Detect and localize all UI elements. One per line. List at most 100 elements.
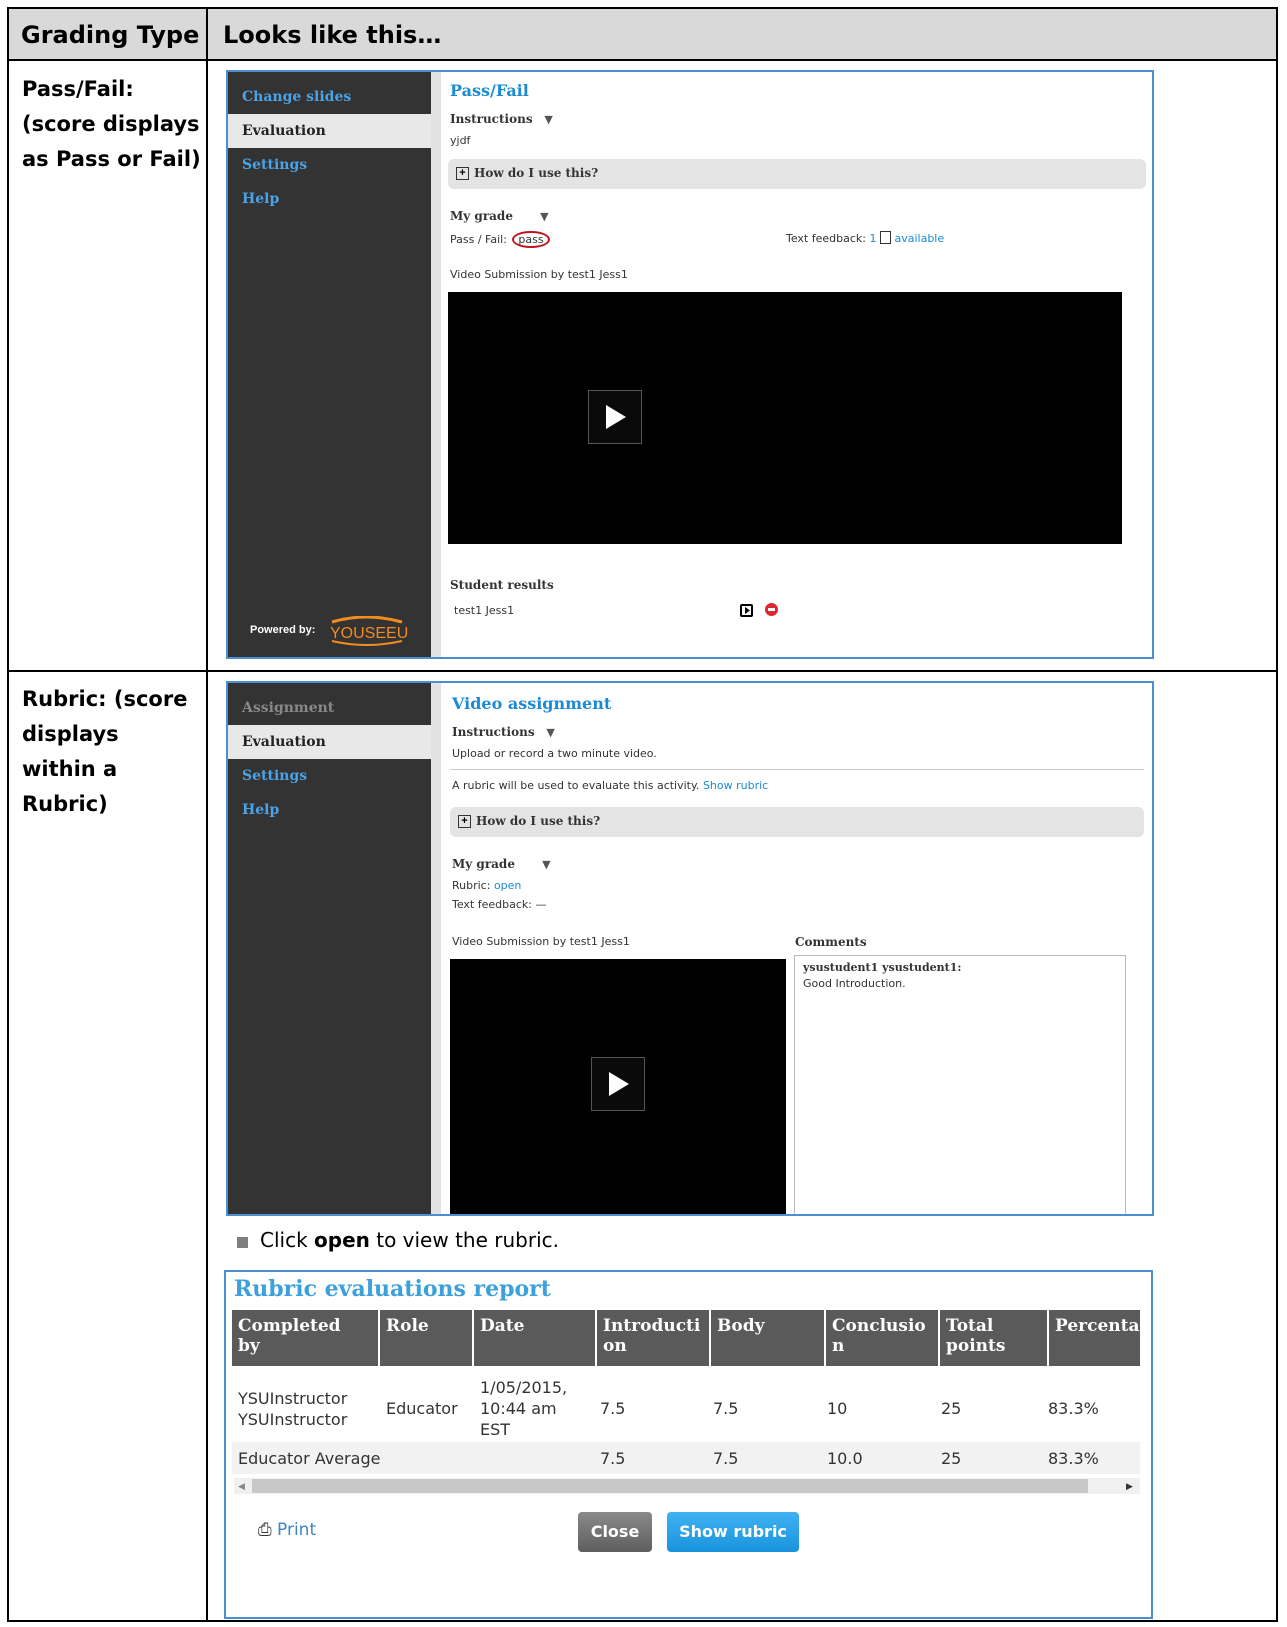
cell-avg-body: 7.5 — [713, 1449, 739, 1468]
student-results-label: Student results — [450, 578, 554, 592]
document-icon — [879, 231, 891, 244]
video-caption: Video Submission by test1 Jess1 — [450, 268, 628, 281]
rubric-app-screenshot: Assignment Evaluation Settings Help Vide… — [226, 681, 1154, 1216]
instruction-text: Click open to view the rubric. — [260, 1228, 559, 1252]
col-conclusion: Conclusio n — [826, 1310, 938, 1366]
chevron-down-icon[interactable]: ▼ — [539, 726, 554, 739]
scroll-right-icon[interactable]: ▶ — [1126, 1481, 1133, 1492]
cell-completed-by: YSUInstructor YSUInstructor — [238, 1389, 348, 1429]
show-rubric-link[interactable]: Show rubric — [703, 779, 768, 792]
report-header-row: Completed by Role Date Introducti on Body … — [232, 1310, 1140, 1367]
video-player[interactable] — [448, 292, 1122, 544]
comment-text: Good Introduction. — [803, 977, 906, 990]
instructions-label[interactable]: Instructions ▼ — [452, 725, 555, 739]
video-player[interactable] — [450, 959, 786, 1214]
nav-settings[interactable]: Settings — [228, 759, 431, 793]
row-label-passfail: Pass/Fail: (score displays as Pass or Fa… — [22, 77, 201, 171]
feedback-available-link[interactable]: available — [894, 232, 944, 245]
page-title: Pass/Fail — [450, 81, 529, 100]
sidebar: Assignment Evaluation Settings Help — [228, 683, 431, 1214]
header-looks-like: Looks like this… — [223, 21, 442, 49]
printer-icon: ⎙ — [258, 1520, 272, 1540]
cell-date: 1/05/2015, 10:44 am EST — [480, 1378, 568, 1439]
chevron-down-icon[interactable]: ▼ — [519, 858, 550, 871]
comments-label: Comments — [795, 935, 867, 949]
svg-text:YOUSEEU: YOUSEEU — [330, 625, 408, 642]
nav-settings[interactable]: Settings — [228, 148, 431, 182]
instructions-label[interactable]: Instructions ▼ — [450, 112, 553, 126]
passfail-value: pass — [512, 231, 550, 248]
rubric-note: A rubric will be used to evaluate this a… — [452, 779, 769, 792]
cell-introduction: 7.5 — [600, 1399, 626, 1418]
chevron-down-icon[interactable]: ▼ — [517, 210, 548, 223]
divider — [9, 670, 1276, 672]
sidebar: Change slides Evaluation Settings Help P… — [228, 72, 431, 657]
col-date: Date — [474, 1310, 595, 1366]
cell-avg-conclusion: 10.0 — [827, 1449, 863, 1468]
header-grading-type: Grading Type — [21, 21, 200, 49]
play-icon — [609, 1072, 629, 1096]
text-feedback: Text feedback: — — [452, 898, 547, 911]
sidebar-gutter — [431, 683, 441, 1214]
scroll-left-icon[interactable]: ◀ — [238, 1481, 245, 1492]
cell-avg-percentage: 83.3% — [1048, 1449, 1099, 1468]
print-link[interactable]: ⎙ Print — [258, 1520, 316, 1540]
cell-total: 25 — [941, 1399, 962, 1418]
instructions-text: yjdf — [450, 134, 471, 147]
cell-body: 7.5 — [713, 1399, 739, 1418]
page-title: Video assignment — [452, 694, 612, 713]
plus-icon: + — [458, 815, 471, 828]
col-total-points: Total points — [940, 1310, 1047, 1366]
powered-by-label: Powered by: — [250, 624, 316, 636]
cell-role: Educator — [386, 1399, 458, 1418]
how-label: How do I use this? — [476, 814, 601, 828]
passfail-grade: Pass / Fail: pass — [450, 231, 550, 248]
delete-icon[interactable] — [765, 603, 778, 616]
row-label-rubric: Rubric: (score displays within a Rubric) — [22, 687, 188, 816]
nav-assignment[interactable]: Assignment — [228, 691, 431, 725]
nav-change-slides[interactable]: Change slides — [228, 80, 431, 114]
instructions-text: Upload or record a two minute video. — [452, 747, 657, 760]
plus-icon: + — [456, 167, 469, 180]
rubric-open-link[interactable]: open — [494, 879, 521, 892]
report-title: Rubric evaluations report — [234, 1276, 551, 1302]
scrollbar-thumb[interactable] — [252, 1479, 1088, 1493]
student-name: test1 Jess1 — [454, 604, 515, 617]
my-grade-label[interactable]: My grade ▼ — [450, 209, 549, 223]
nav-help[interactable]: Help — [228, 793, 431, 827]
rubric-grade: Rubric: open — [452, 879, 522, 892]
horizontal-scrollbar[interactable]: ◀ ▶ — [234, 1478, 1140, 1494]
rubric-report-screenshot: Rubric evaluations report Completed by Ro… — [224, 1270, 1153, 1619]
nav-help[interactable]: Help — [228, 182, 431, 216]
col-completed-by: Completed by — [232, 1310, 378, 1366]
cell-avg-introduction: 7.5 — [600, 1449, 626, 1468]
divider — [450, 769, 1144, 770]
divider — [9, 59, 1276, 61]
col-introduction: Introducti on — [597, 1310, 709, 1366]
chevron-down-icon[interactable]: ▼ — [537, 113, 552, 126]
cell-avg-label: Educator Average — [238, 1449, 381, 1468]
bullet-marker — [237, 1237, 248, 1248]
my-grade-label[interactable]: My grade ▼ — [452, 857, 551, 871]
col-role: Role — [380, 1310, 472, 1366]
how-do-i-use-bar[interactable]: + How do I use this? — [448, 159, 1146, 189]
cell-percentage: 83.3% — [1048, 1399, 1099, 1418]
sidebar-gutter — [431, 72, 441, 657]
cell-avg-total: 25 — [941, 1449, 962, 1468]
text-feedback: Text feedback: 1 available — [786, 231, 945, 245]
play-icon — [606, 405, 626, 429]
youseeu-logo: YOUSEEU — [326, 615, 408, 646]
nav-evaluation[interactable]: Evaluation — [228, 725, 431, 759]
video-caption: Video Submission by test1 Jess1 — [452, 935, 630, 948]
show-rubric-button[interactable]: Show rubric — [667, 1512, 799, 1552]
view-video-icon[interactable] — [740, 604, 753, 617]
close-button[interactable]: Close — [578, 1512, 652, 1552]
how-do-i-use-bar[interactable]: + How do I use this? — [450, 807, 1144, 837]
how-label: How do I use this? — [474, 166, 599, 180]
nav-evaluation[interactable]: Evaluation — [228, 114, 431, 148]
play-button[interactable] — [591, 1057, 645, 1111]
passfail-app-screenshot: Change slides Evaluation Settings Help P… — [226, 70, 1154, 659]
play-button[interactable] — [588, 390, 642, 444]
comments-box[interactable]: ysustudent1 ysustudent1: Good Introducti… — [794, 955, 1126, 1214]
cell-conclusion: 10 — [827, 1399, 848, 1418]
